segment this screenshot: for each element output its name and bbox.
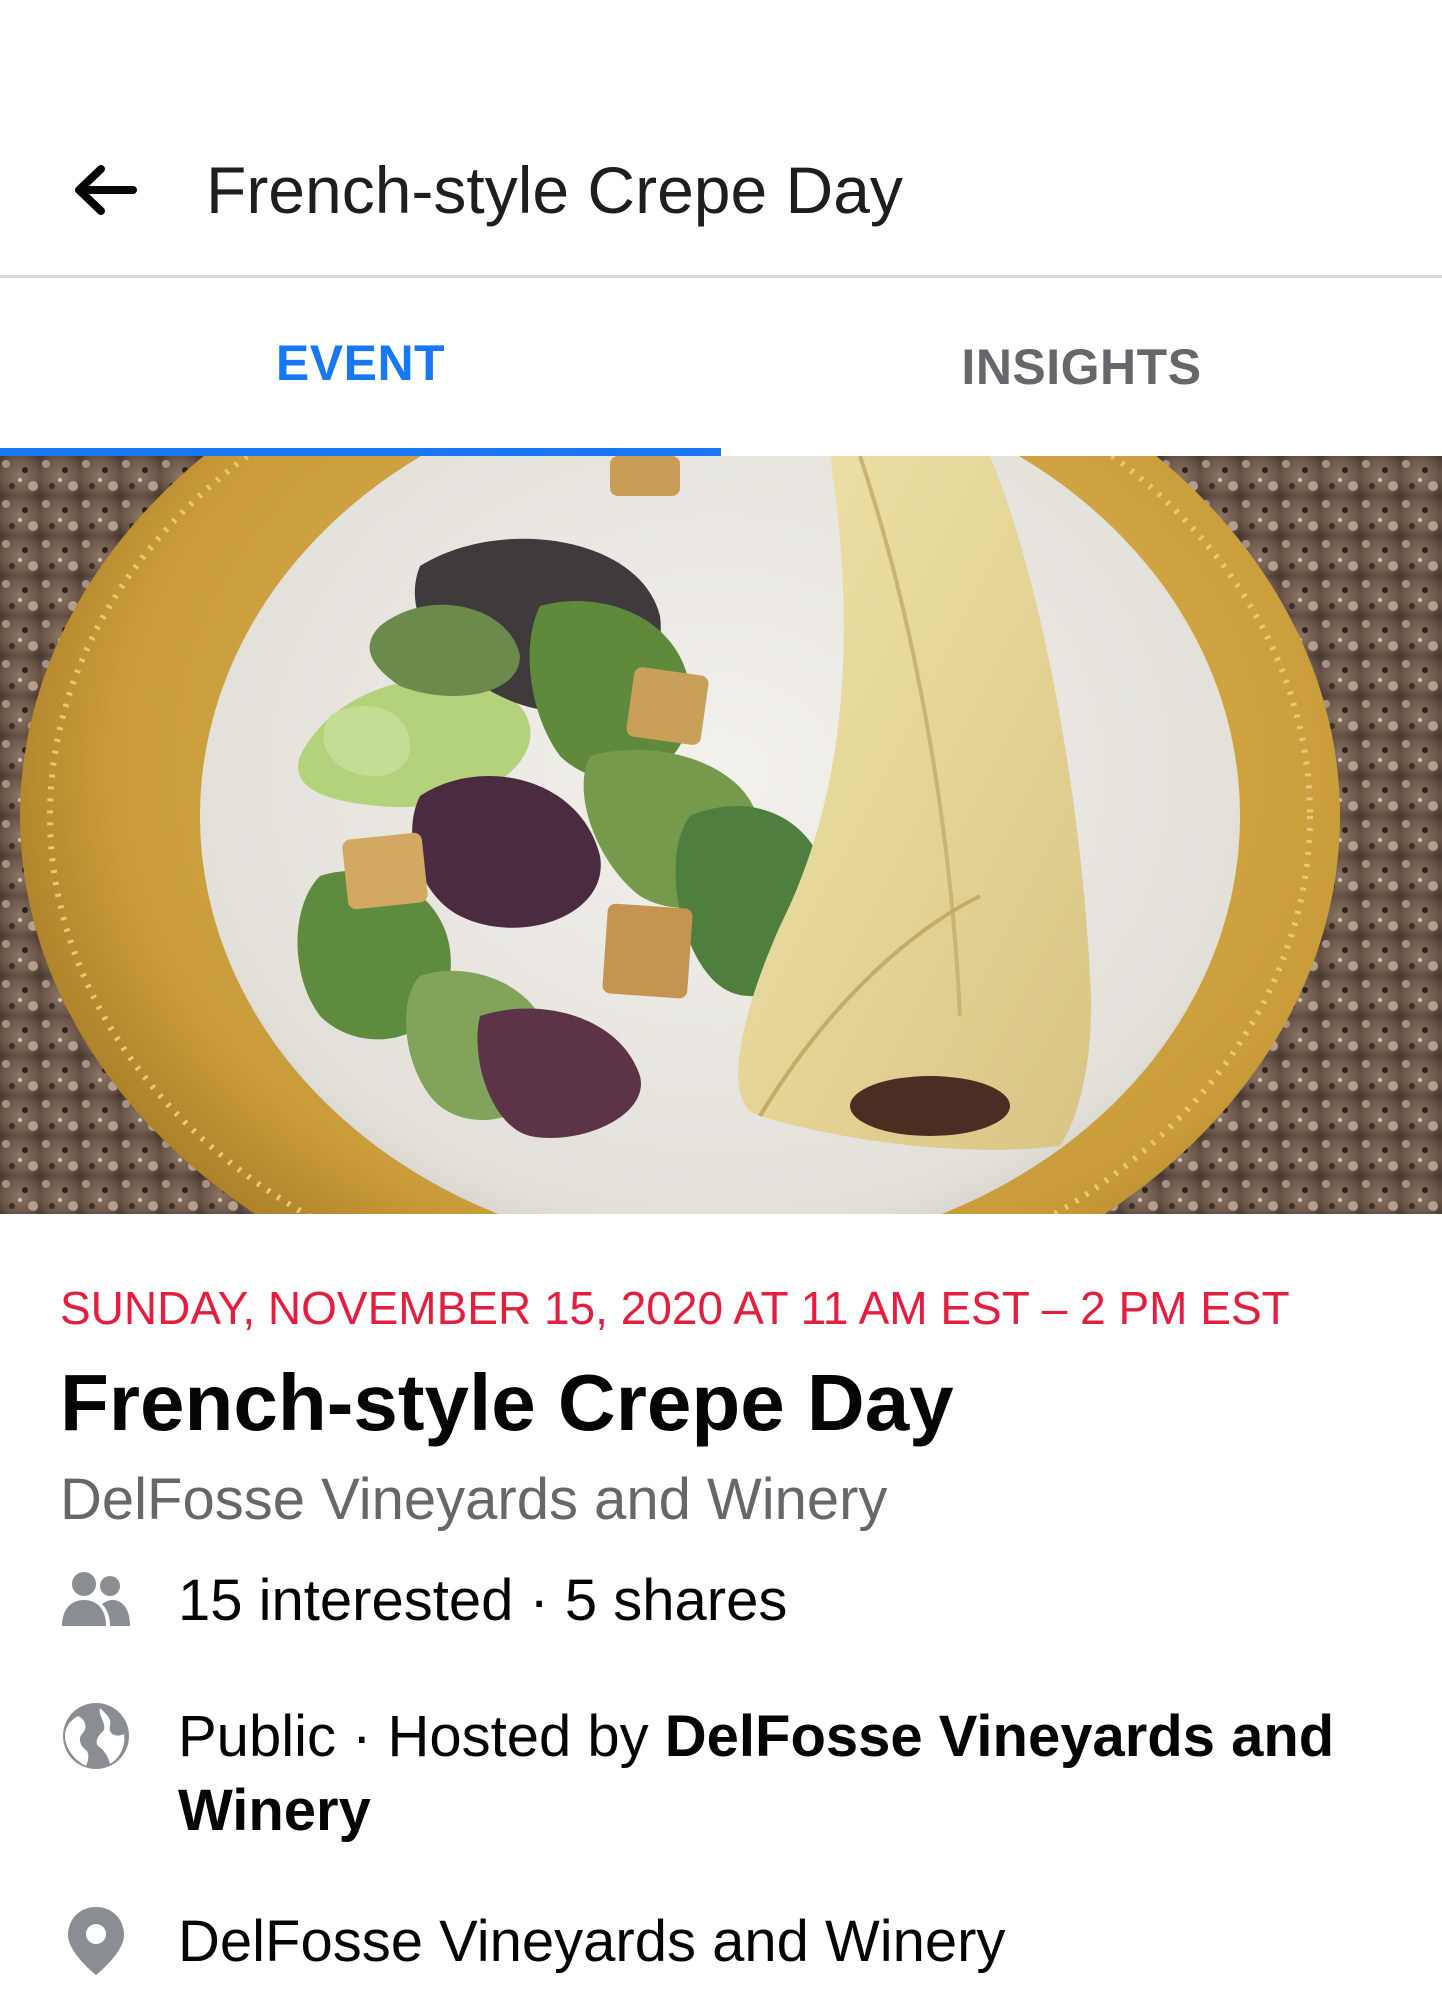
event-cover-photo[interactable] (0, 456, 1442, 1214)
tab-event[interactable]: EVENT (0, 278, 721, 456)
event-title: French-style Crepe Day (60, 1358, 954, 1447)
event-date: SUNDAY, NOVEMBER 15, 2020 AT 11 AM EST –… (60, 1282, 1290, 1334)
arrow-left-icon (75, 165, 137, 215)
event-page: French-style Crepe Day EVENT INSIGHTS SU… (0, 0, 1442, 2015)
page-title: French-style Crepe Day (206, 153, 903, 227)
back-button[interactable] (60, 145, 150, 235)
tab-bar: EVENT INSIGHTS (0, 278, 1442, 456)
event-host-link[interactable]: DelFosse Vineyards and Winery (60, 1465, 887, 1535)
privacy-prefix: Public · Hosted by (178, 1704, 665, 1769)
location-row[interactable]: DelFosse Vineyards and Winery (60, 1905, 1005, 1979)
privacy-text: Public · Hosted by DelFosse Vineyards an… (178, 1700, 1390, 1848)
location-pin-icon (60, 1905, 132, 1977)
privacy-row: Public · Hosted by DelFosse Vineyards an… (60, 1700, 1390, 1848)
cover-photo (0, 456, 1442, 1214)
tab-insights[interactable]: INSIGHTS (721, 278, 1442, 456)
globe-icon (60, 1700, 132, 1772)
interest-text: 15 interested · 5 shares (178, 1568, 788, 1633)
people-icon (60, 1564, 132, 1636)
interest-row: 15 interested · 5 shares (60, 1564, 787, 1638)
top-app-bar: French-style Crepe Day (0, 0, 1442, 278)
location-text: DelFosse Vineyards and Winery (178, 1909, 1006, 1974)
